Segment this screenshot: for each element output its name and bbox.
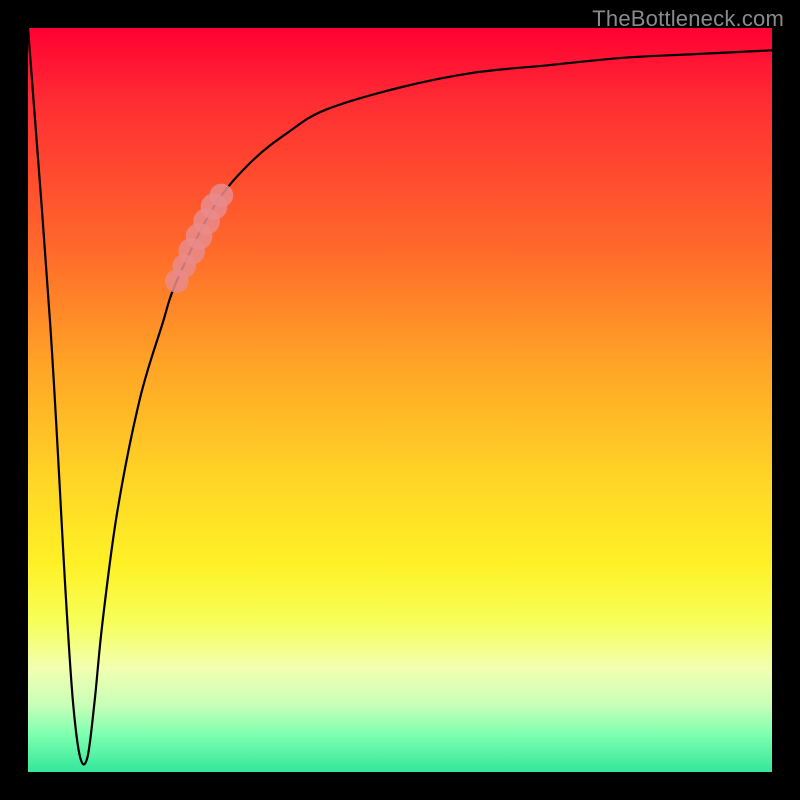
highlight-point	[210, 184, 234, 208]
watermark-text: TheBottleneck.com	[592, 6, 784, 32]
plot-area	[28, 28, 772, 772]
bottleneck-curve	[28, 28, 772, 765]
chart-frame: TheBottleneck.com	[0, 0, 800, 800]
highlighted-points	[165, 184, 233, 293]
chart-svg	[28, 28, 772, 772]
